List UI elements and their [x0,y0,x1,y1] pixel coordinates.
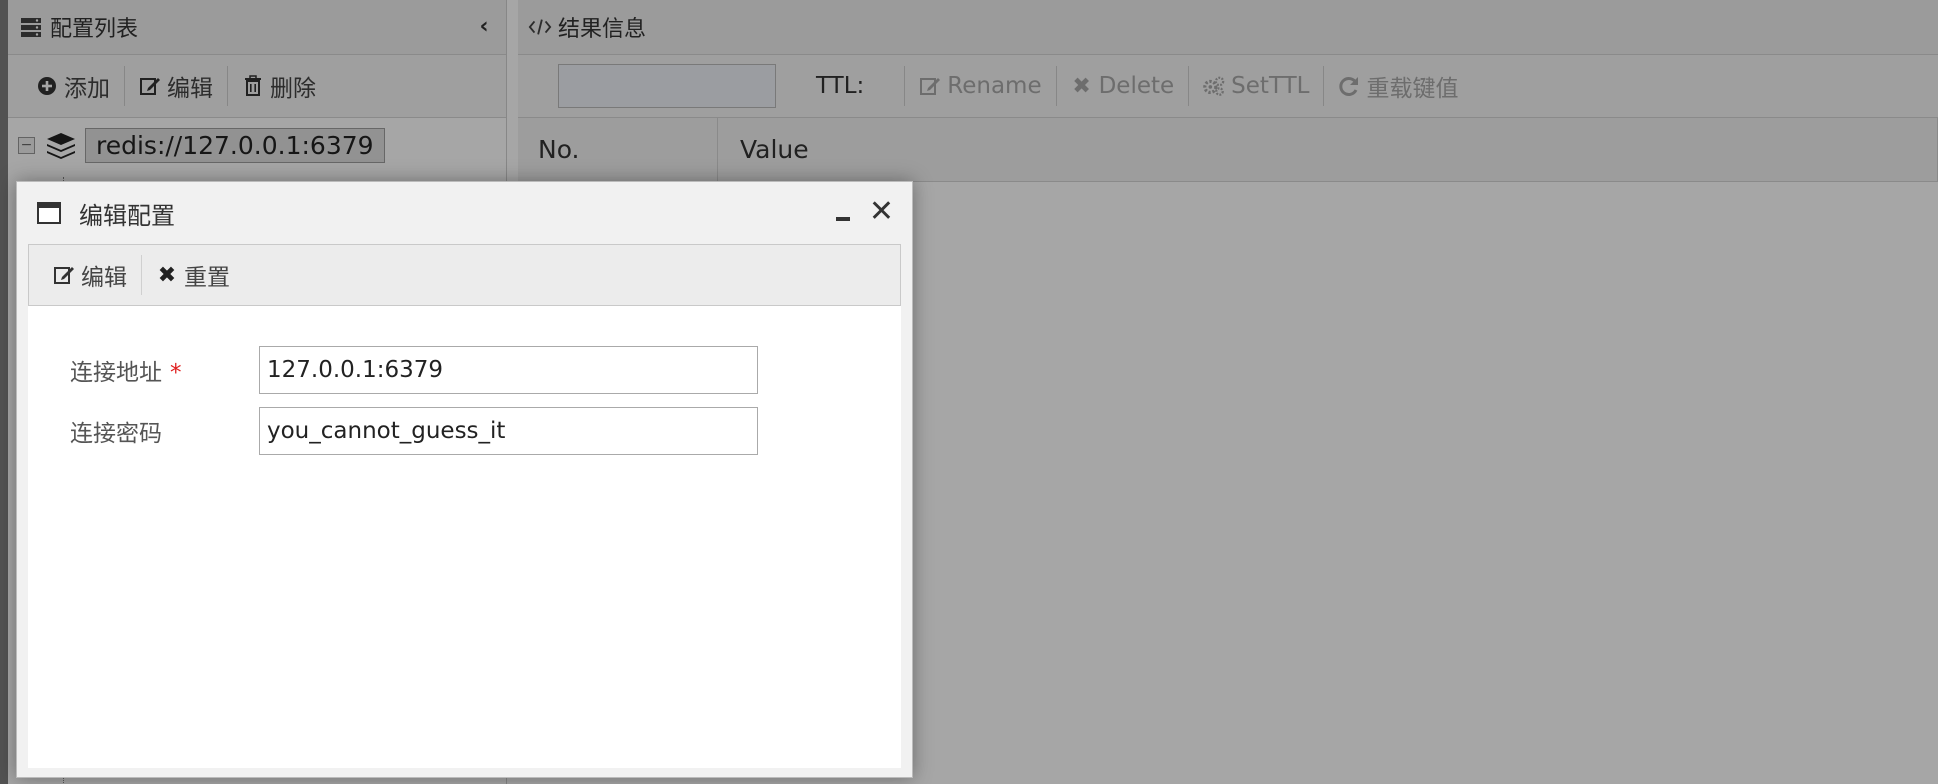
dialog-title: 编辑配置 [79,201,175,230]
edit-config-dialog: 编辑配置 ✕ 编辑 ✖ 重置 连接地址 * 127.0.0.1:6379 连接密… [16,181,913,778]
reset-button[interactable]: ✖ 重置 [142,253,244,297]
address-row: 连接地址 * [70,345,901,395]
dialog-body: 编辑 ✖ 重置 连接地址 * 连接密码 [28,244,901,768]
config-form: 连接地址 * 连接密码 [28,306,901,456]
password-field[interactable] [259,407,758,455]
close-icon[interactable]: ✕ [869,197,894,227]
window-icon [37,202,61,224]
dialog-edit-label: 编辑 [81,265,127,291]
close-icon: ✖ [157,262,177,288]
address-label: 连接地址 * [70,353,259,387]
minimize-icon[interactable] [835,201,851,223]
edit-icon [53,264,75,286]
address-label-text: 连接地址 [70,360,162,386]
dialog-edit-button[interactable]: 编辑 [39,253,141,297]
password-label: 连接密码 [70,421,162,447]
required-marker: * [170,360,182,386]
password-row: 连接密码 [70,406,901,456]
address-field[interactable] [259,346,758,394]
dialog-window-controls: ✕ [835,197,894,227]
dialog-titlebar[interactable]: 编辑配置 [17,182,912,244]
reset-label: 重置 [184,265,230,291]
dialog-toolbar: 编辑 ✖ 重置 [28,244,901,306]
